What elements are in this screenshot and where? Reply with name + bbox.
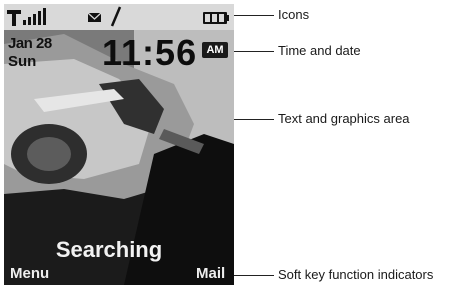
callout-line-time-date [234,51,274,52]
day-display: Sun [8,53,37,70]
callout-line-softkeys [234,275,274,276]
left-softkey-label[interactable]: Menu [10,266,49,282]
callout-label-text-graphics: Text and graphics area [278,111,410,126]
network-status-message: Searching [55,237,163,262]
ampm-badge: AM [202,42,228,58]
date-display: Jan 28 [8,35,52,52]
battery-icon [203,12,229,24]
callout-line-text-graphics [234,119,274,120]
callout-line-icons [234,15,274,16]
callout-label-time-date: Time and date [278,43,361,58]
status-bar [4,4,234,30]
callout-label-icons: Icons [278,7,310,22]
phone-screen: Jan 28 Sun 11:56 AM Searching Menu Mail [4,4,234,285]
callout-label-softkeys: Soft key function indicators [278,267,434,282]
clock-display: 11:56 [102,32,198,73]
roaming-icon [110,6,122,27]
right-softkey-label[interactable]: Mail [196,266,225,282]
